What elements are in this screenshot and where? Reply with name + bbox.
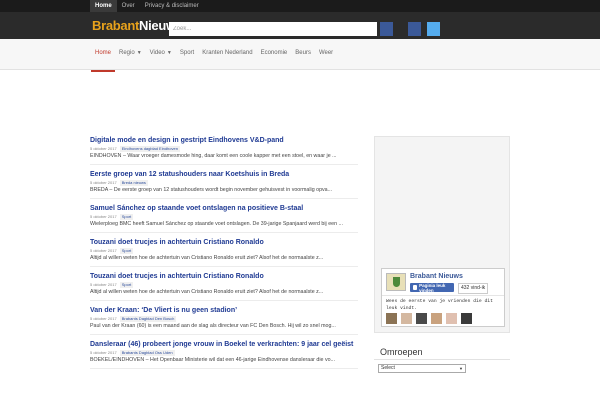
friend-avatar[interactable] [446, 313, 457, 324]
article-meta: 5 oktober 2017 Brabants Dagblad Oss Uden [90, 349, 358, 356]
article-source[interactable]: Eindhovens dagblad Eindhoven [119, 145, 180, 152]
article-item: Eerste groep van 12 statushouders naar K… [90, 170, 358, 199]
article-meta: 5 oktober 2017 Sport [90, 281, 358, 288]
nav-item-home[interactable]: Home [91, 39, 116, 72]
article-item: Dansleraar (46) probeert jonge vrouw in … [90, 340, 358, 369]
article-source[interactable]: Brabants Dagblad Oss Uden [119, 349, 175, 356]
fb-friend-faces [386, 313, 476, 324]
article-excerpt: Altijd al willen weten hoe de achtertuin… [90, 255, 324, 261]
article-source[interactable]: Sport [119, 247, 134, 254]
nav-item-label: Home [95, 50, 112, 56]
fb-friends-text: Wees de eerste van je vrienden die dit l… [386, 299, 493, 311]
article-date: 5 oktober 2017 [90, 248, 117, 253]
omroepen-title: Omroepen [380, 347, 423, 357]
article-excerpt: Paul van der Kraan (60) is een maand aan… [90, 323, 336, 329]
friend-avatar[interactable] [416, 313, 427, 324]
top-bar: Home Over Privacy & disclaimer [0, 0, 600, 12]
article-item: Touzani doet trucjes in achtertuin Crist… [90, 272, 358, 301]
article-list: Digitale mode en design in gestript Eind… [90, 136, 358, 374]
article-date: 5 oktober 2017 [90, 282, 117, 287]
article-title[interactable]: Touzani doet trucjes in achtertuin Crist… [90, 272, 358, 281]
chevron-down-icon: ▼ [136, 50, 142, 56]
chevron-down-icon: ▼ [459, 366, 463, 371]
site-header: BrabantNieuws [0, 12, 600, 39]
nav-item-weer[interactable]: Weer [315, 39, 337, 69]
nav-items: Home Regio ▼ Video ▼ Sport Kranten Nederland Ec… [91, 39, 337, 72]
article-excerpt: BREDA – De eerste groep van 12 statushou… [90, 187, 333, 193]
search-button[interactable] [380, 22, 393, 36]
sidebar: Brabant Nieuws Paginia leuk vinden 432 v… [374, 136, 510, 333]
article-source[interactable]: Sport [119, 213, 134, 220]
nav-item-label: Weer [318, 50, 334, 56]
chevron-down-icon: ▼ [166, 50, 172, 56]
article-title[interactable]: Touzani doet trucjes in achtertuin Crist… [90, 238, 358, 247]
nav-item-beurs[interactable]: Beurs [291, 39, 315, 69]
omroepen-widget: Omroepen Select ▼ [374, 345, 510, 373]
nav-item-regio[interactable]: Regio ▼ [115, 39, 146, 69]
article-excerpt: Wielerploeg BMC heeft Samuel Sánchez op … [90, 221, 343, 227]
article-title[interactable]: Eerste groep van 12 statushouders naar K… [90, 170, 358, 179]
article-meta: 5 oktober 2017 Brabants Dagblad Den Bosch [90, 315, 358, 322]
article-date: 5 oktober 2017 [90, 350, 117, 355]
article-item: Digitale mode en design in gestript Eind… [90, 136, 358, 165]
twitter-icon[interactable] [427, 22, 440, 36]
article-meta: 5 oktober 2017 Sport [90, 247, 358, 254]
article-meta: 5 oktober 2017 Breda nieuws [90, 179, 358, 186]
article-excerpt: EINDHOVEN – Waar vroeger damesmode hing,… [90, 153, 337, 159]
nav-item-label: Kranten Nederland [202, 50, 253, 56]
nav-item-kranten-nederland[interactable]: Kranten Nederland [198, 39, 256, 69]
article-item: Touzani doet trucjes in achtertuin Crist… [90, 238, 358, 267]
facebook-like-box: Brabant Nieuws Paginia leuk vinden 432 v… [381, 268, 505, 327]
nav-item-label: Regio [119, 50, 135, 56]
fb-page-name[interactable]: Brabant Nieuws [410, 273, 463, 280]
main-nav: Home Regio ▼ Video ▼ Sport Kranten Nederland Ec… [0, 39, 600, 72]
friend-avatar[interactable] [461, 313, 472, 324]
article-title[interactable]: Samuel Sánchez op staande voet ontslagen… [90, 204, 358, 213]
article-excerpt: Altijd al willen weten hoe de achtertuin… [90, 289, 324, 295]
omroepen-select[interactable]: Select ▼ [378, 364, 466, 373]
article-date: 5 oktober 2017 [90, 214, 117, 219]
nav-item-label: Video [149, 50, 165, 56]
article-meta: 5 oktober 2017 Eindhovens dagblad Eindhov… [90, 145, 358, 152]
nav-item-sport[interactable]: Sport [176, 39, 198, 69]
fb-like-label: Paginia leuk vinden [419, 282, 446, 293]
divider [382, 295, 504, 296]
friend-avatar[interactable] [431, 313, 442, 324]
article-date: 5 oktober 2017 [90, 316, 117, 321]
divider [374, 359, 510, 360]
article-source[interactable]: Sport [119, 281, 134, 288]
friend-avatar[interactable] [401, 313, 412, 324]
fb-like-count: 432 vind-ik [458, 283, 489, 294]
article-excerpt: BOEKEL/EINDHOVEN – Het Openbaar Minister… [90, 357, 335, 363]
nav-item-label: Economie [260, 50, 288, 56]
top-link-privacy[interactable]: Privacy & disclaimer [140, 0, 204, 12]
page-logo-icon[interactable] [386, 273, 406, 291]
sidebar-widget-box: Brabant Nieuws Paginia leuk vinden 432 v… [374, 136, 510, 333]
article-meta: 5 oktober 2017 Sport [90, 213, 358, 220]
nav-item-label: Sport [179, 50, 195, 56]
facebook-icon[interactable] [408, 22, 421, 36]
omroepen-select-value: Select [381, 365, 395, 371]
nav-item-video[interactable]: Video ▼ [146, 39, 176, 69]
article-date: 5 oktober 2017 [90, 146, 117, 151]
thumbs-up-icon [413, 285, 418, 290]
logo-part-1: Brabant [92, 18, 140, 33]
nav-item-label: Beurs [295, 50, 311, 56]
top-link-over[interactable]: Over [117, 0, 140, 12]
article-title[interactable]: Van der Kraan: ‘De Vliert is nu geen sta… [90, 306, 358, 315]
top-link-home[interactable]: Home [90, 0, 117, 12]
fb-like-button[interactable]: Paginia leuk vinden [410, 282, 454, 293]
article-source[interactable]: Brabants Dagblad Den Bosch [119, 315, 177, 322]
article-item: Samuel Sánchez op staande voet ontslagen… [90, 204, 358, 233]
top-links: Home Over Privacy & disclaimer [90, 0, 204, 12]
article-source[interactable]: Breda nieuws [119, 179, 148, 186]
article-date: 5 oktober 2017 [90, 180, 117, 185]
friend-avatar[interactable] [386, 313, 397, 324]
article-item: Van der Kraan: ‘De Vliert is nu geen sta… [90, 306, 358, 335]
nav-item-economie[interactable]: Economie [257, 39, 292, 69]
search-input[interactable] [169, 22, 377, 36]
article-title[interactable]: Digitale mode en design in gestript Eind… [90, 136, 358, 145]
article-title[interactable]: Dansleraar (46) probeert jonge vrouw in … [90, 340, 358, 349]
